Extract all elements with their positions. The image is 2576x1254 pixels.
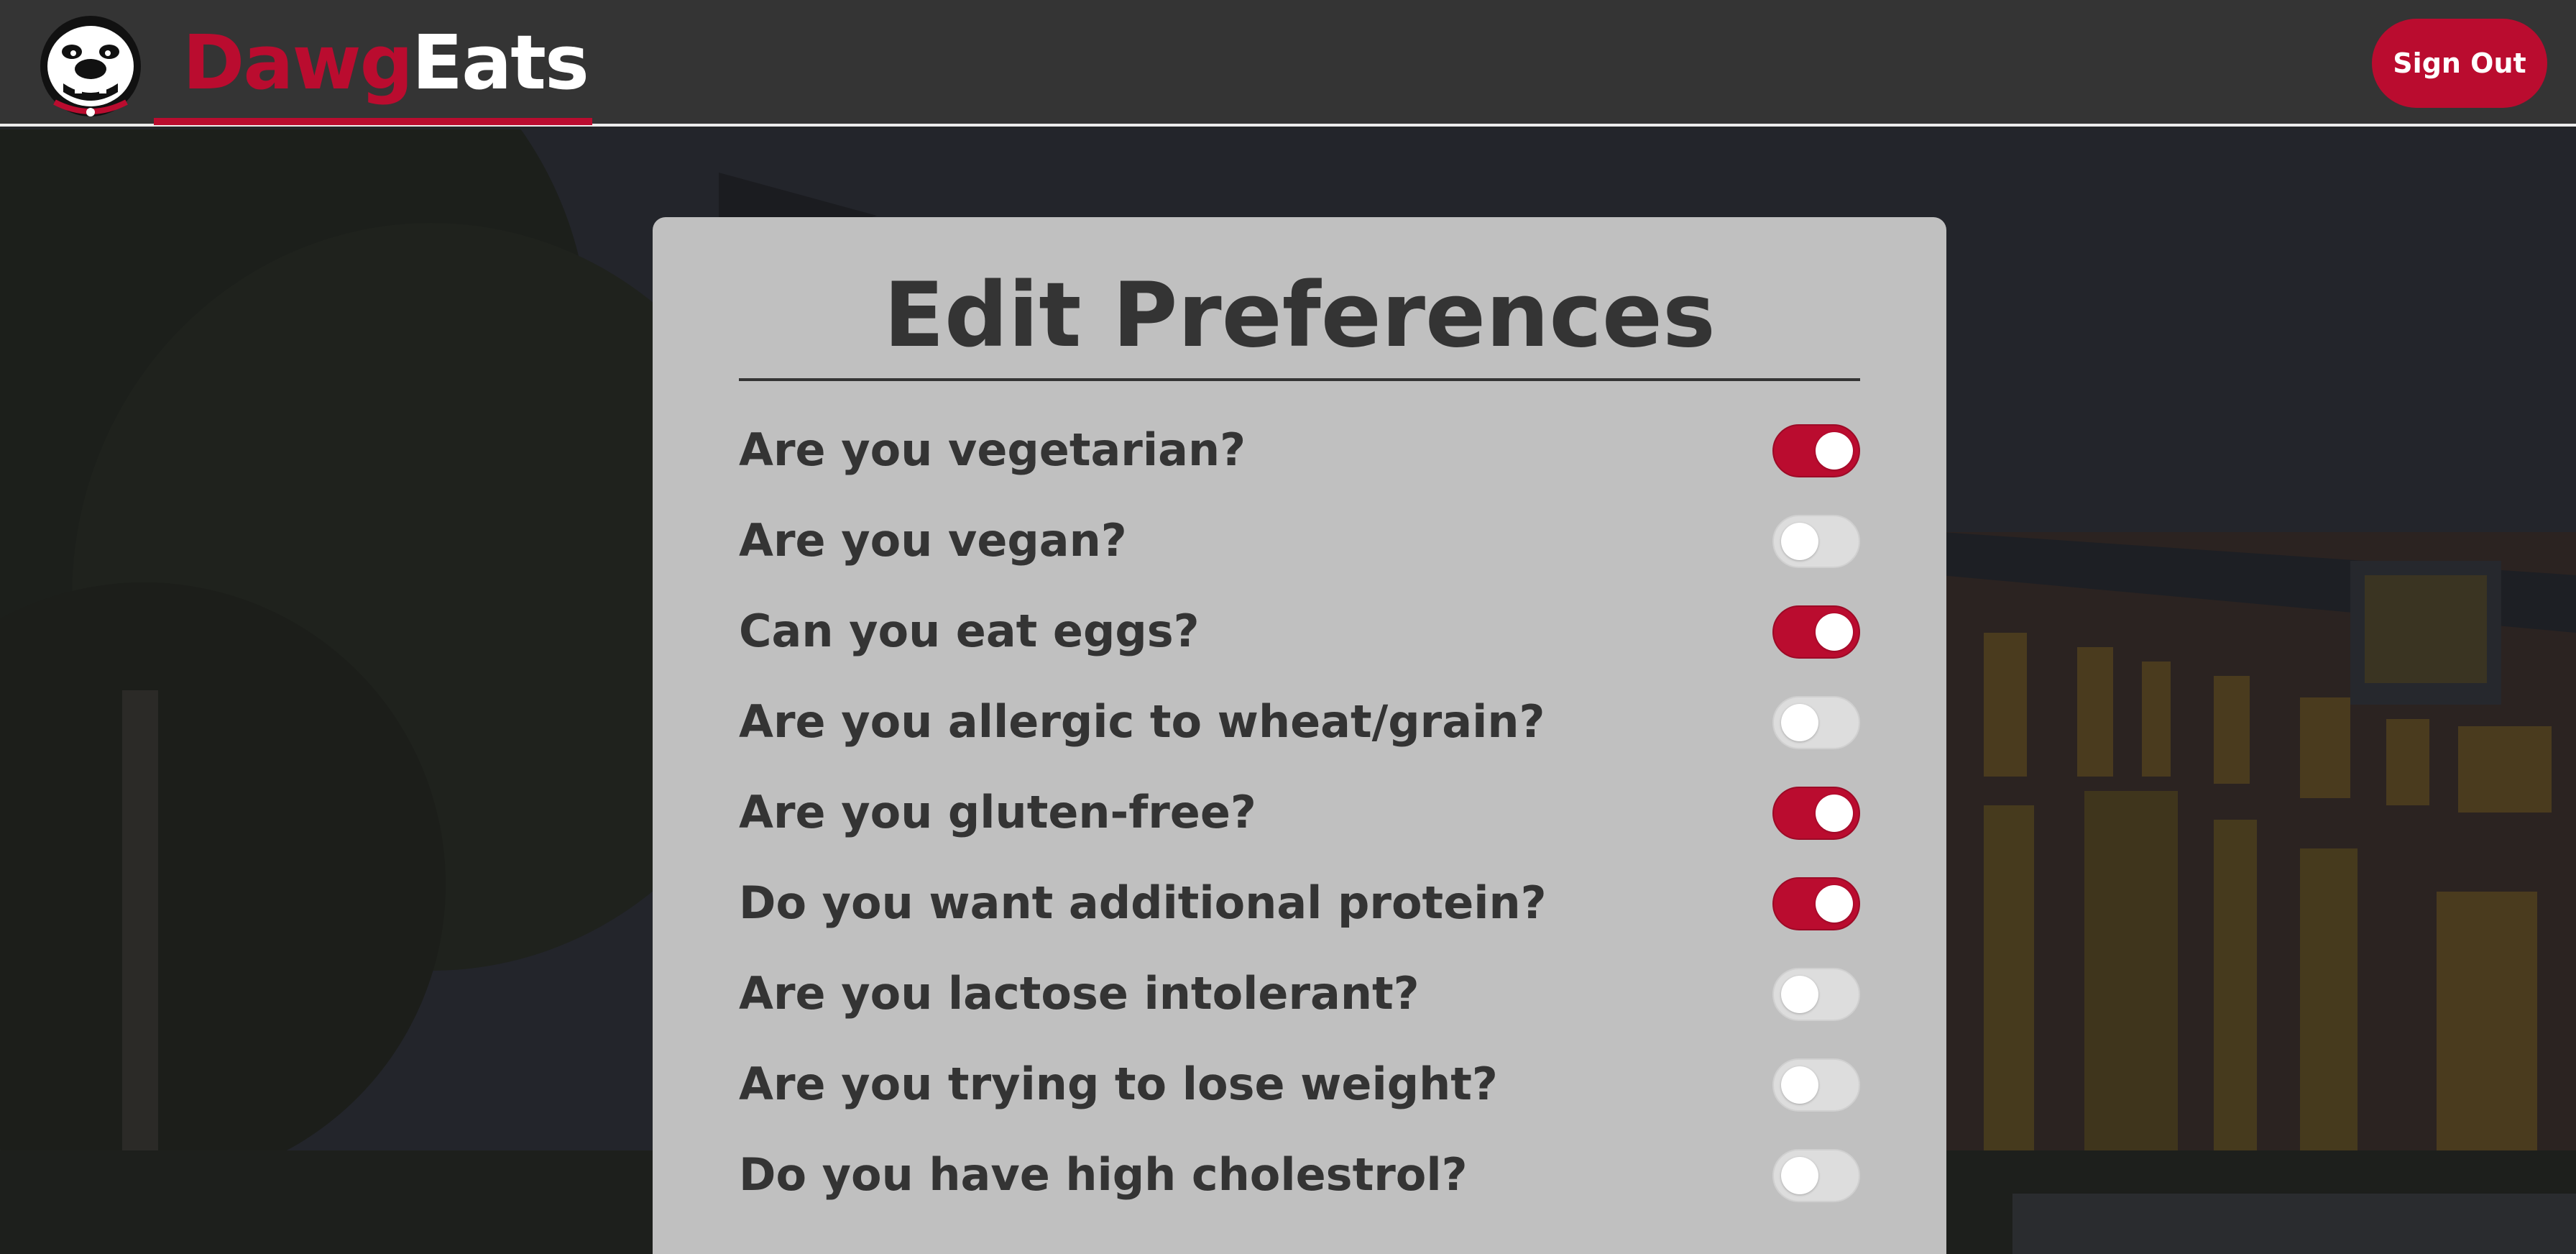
page-title: Edit Preferences	[883, 264, 1716, 367]
preference-label: Can you eat eggs?	[739, 605, 1200, 657]
preference-row: Are you lactose intolerant?	[739, 946, 1860, 1037]
preference-label: Do you want additional protein?	[739, 877, 1547, 929]
brand-part-dawg: Dawg	[183, 19, 413, 106]
brand-name[interactable]: DawgEats	[183, 16, 589, 109]
preference-toggle-switch[interactable]	[1772, 605, 1860, 659]
preference-row: Are you vegan?	[739, 493, 1860, 584]
toggle-knob	[1781, 976, 1818, 1013]
toggle-knob	[1781, 1157, 1818, 1194]
preference-label: Do you have high cholestrol?	[739, 1148, 1468, 1201]
edit-preferences-card: Edit Preferences Are you vegetarian? Are …	[653, 217, 1946, 1254]
preference-row: Do you have high cholestrol?	[739, 1127, 1860, 1218]
preference-label: Are you gluten-free?	[739, 786, 1256, 838]
preference-toggle-switch[interactable]	[1772, 424, 1860, 477]
preference-toggle-switch[interactable]	[1772, 968, 1860, 1021]
preference-label: Are you vegan?	[739, 514, 1127, 567]
sign-out-button[interactable]: Sign Out	[2372, 19, 2547, 108]
preference-row: Do you want additional protein?	[739, 856, 1860, 946]
preference-toggle-switch[interactable]	[1772, 877, 1860, 930]
toggle-knob	[1781, 704, 1818, 741]
toggle-knob	[1781, 1066, 1818, 1104]
toggle-knob	[1816, 432, 1853, 470]
preferences-list: Are you vegetarian? Are you vegan? Can you…	[739, 403, 1860, 1218]
preference-label: Are you trying to lose weight?	[739, 1058, 1498, 1110]
preference-row: Can you eat eggs?	[739, 584, 1860, 674]
preference-label: Are you vegetarian?	[739, 424, 1246, 476]
brand-part-eats: Eats	[412, 19, 589, 106]
preference-row: Are you allergic to wheat/grain?	[739, 674, 1860, 765]
preference-toggle-switch[interactable]	[1772, 1058, 1860, 1112]
preference-label: Are you lactose intolerant?	[739, 967, 1420, 1020]
toggle-knob	[1816, 795, 1853, 832]
toggle-knob	[1781, 523, 1818, 560]
toggle-knob	[1816, 885, 1853, 923]
preference-toggle-switch[interactable]	[1772, 515, 1860, 568]
app-page: DawgEats Sign Out Edit Preferences Are y…	[0, 0, 2576, 1254]
brand-active-underline	[154, 118, 592, 125]
bulldog-logo-icon[interactable]	[34, 9, 147, 121]
toggle-knob	[1816, 613, 1853, 651]
top-navbar: DawgEats Sign Out	[0, 0, 2576, 127]
preference-row: Are you vegetarian?	[739, 403, 1860, 493]
preference-row: Are you gluten-free?	[739, 765, 1860, 856]
preference-label: Are you allergic to wheat/grain?	[739, 695, 1545, 748]
preference-toggle-switch[interactable]	[1772, 696, 1860, 749]
preference-toggle-switch[interactable]	[1772, 787, 1860, 840]
title-divider	[739, 378, 1860, 381]
preference-toggle-switch[interactable]	[1772, 1149, 1860, 1202]
preference-row: Are you trying to lose weight?	[739, 1037, 1860, 1127]
